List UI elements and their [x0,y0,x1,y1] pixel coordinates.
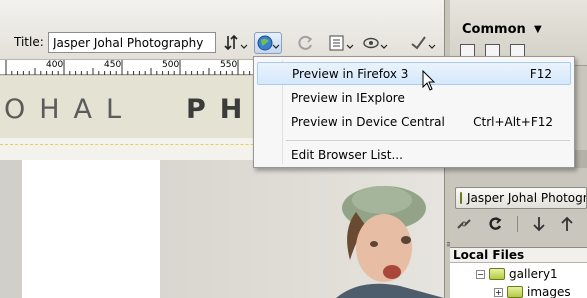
menu-item-preview-iexplore[interactable]: Preview in IExplore [257,86,571,109]
menu-item-preview-firefox[interactable]: Preview in Firefox 3 F12 [257,62,571,85]
connect-icon[interactable] [455,216,473,232]
get-files-icon[interactable] [532,216,546,232]
preview-in-browser-button[interactable] [254,32,282,54]
file-tree: − gallery1 + images [450,263,587,298]
validate-icon [411,36,436,50]
ruler-mark: 500 [162,60,180,70]
title-label: Title: [14,35,44,49]
view-options-icon [329,35,354,51]
header-photo [160,160,444,298]
content-block [22,160,160,298]
menu-item-label: Preview in Device Central [291,114,445,129]
file-management-icon [224,34,248,51]
toolbar-separator [517,216,518,232]
chevron-down-icon[interactable]: ▼ [534,24,542,35]
menu-item-edit-browser-list[interactable]: Edit Browser List... [257,143,571,166]
insert-category-menu[interactable]: Common [462,22,526,37]
title-input[interactable] [48,32,216,53]
files-toolbar [455,216,574,232]
expand-icon[interactable]: + [494,287,503,297]
visual-aids-icon [363,37,388,49]
ruler-mark: 450 [104,60,122,70]
menu-item-preview-device-central[interactable]: Preview in Device Central Ctrl+Alt+F12 [257,110,571,133]
ruler-mark: 400 [46,60,64,70]
folder-icon [489,268,505,280]
globe-icon [257,35,280,51]
menu-item-shortcut: F12 [529,66,552,81]
local-files-header[interactable]: Local Files [450,247,587,263]
collapse-icon[interactable]: − [476,269,485,279]
document-toolbar: Title: [0,0,444,60]
preview-browser-menu: Preview in Firefox 3 F12 Preview in IExp… [253,56,575,168]
menu-item-label: Edit Browser List... [291,147,403,162]
folder-icon [507,286,523,298]
validate-markup-button[interactable] [408,32,438,54]
logo-text: OHAL [4,94,136,125]
refresh-button[interactable] [296,32,316,54]
menu-item-shortcut: Ctrl+Alt+F12 [473,114,553,129]
site-name: Jasper Johal Photography [467,191,586,205]
menu-item-label: Preview in IExplore [291,90,405,105]
tree-item-images[interactable]: + images [494,285,571,298]
menu-item-label: Preview in Firefox 3 [292,66,409,81]
folder-icon [460,192,462,204]
page-margin [0,160,22,298]
tree-item-label: gallery1 [509,267,558,281]
file-management-button[interactable] [222,32,250,54]
mouse-cursor-icon [422,70,436,91]
site-select[interactable]: Jasper Johal Photography [455,187,587,209]
ruler-mark: 550 [220,60,238,70]
tree-item-label: images [527,285,571,298]
woman-photo-image [160,160,444,298]
refresh-icon [298,35,313,50]
logo-text-bold: PH [186,94,257,125]
tree-item-gallery1[interactable]: − gallery1 [476,267,558,281]
visual-aids-button[interactable] [360,32,390,54]
view-options-button[interactable] [326,32,356,54]
refresh-icon[interactable] [487,216,503,232]
menu-separator [286,140,570,141]
put-files-icon[interactable] [560,216,574,232]
